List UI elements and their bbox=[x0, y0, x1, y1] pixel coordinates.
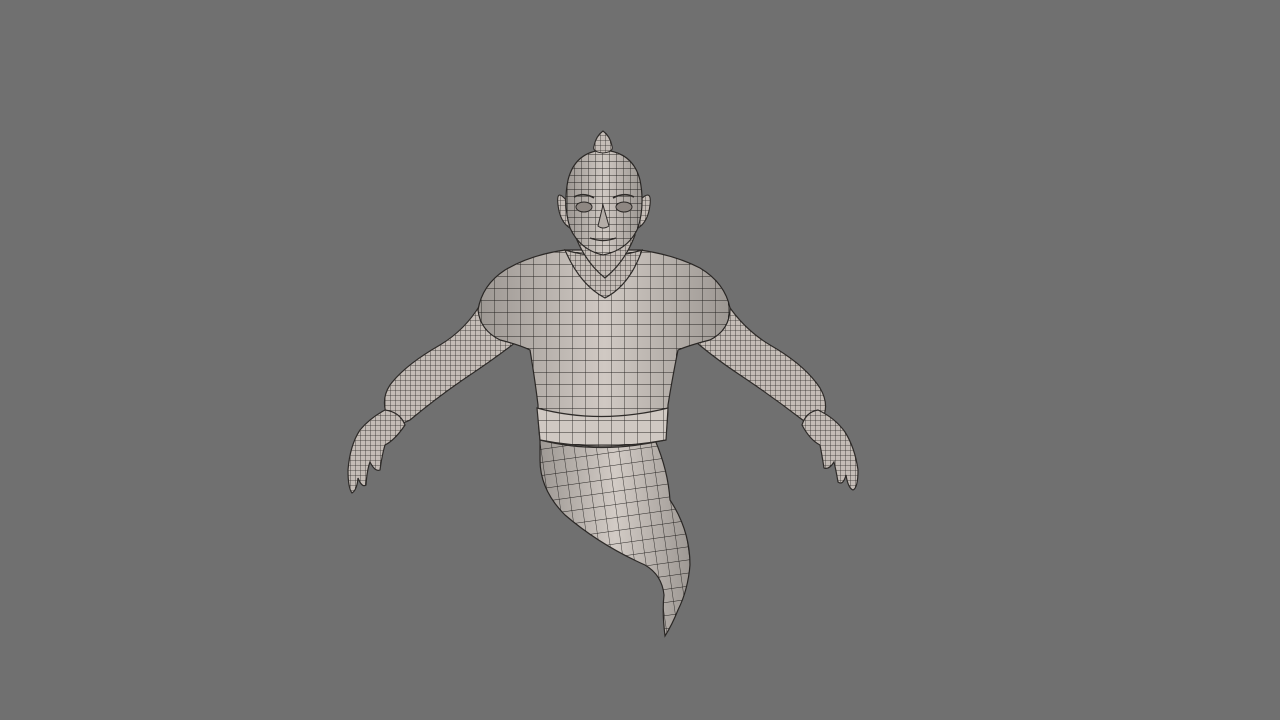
right-eye bbox=[615, 201, 633, 213]
model-render bbox=[347, 130, 859, 638]
right-hand-mesh bbox=[801, 409, 859, 491]
topknot-mesh bbox=[593, 130, 613, 154]
left-eye bbox=[575, 201, 593, 213]
3d-viewport[interactable] bbox=[0, 0, 1280, 720]
left-hand-mesh bbox=[347, 409, 406, 494]
genie-model[interactable] bbox=[347, 130, 859, 638]
